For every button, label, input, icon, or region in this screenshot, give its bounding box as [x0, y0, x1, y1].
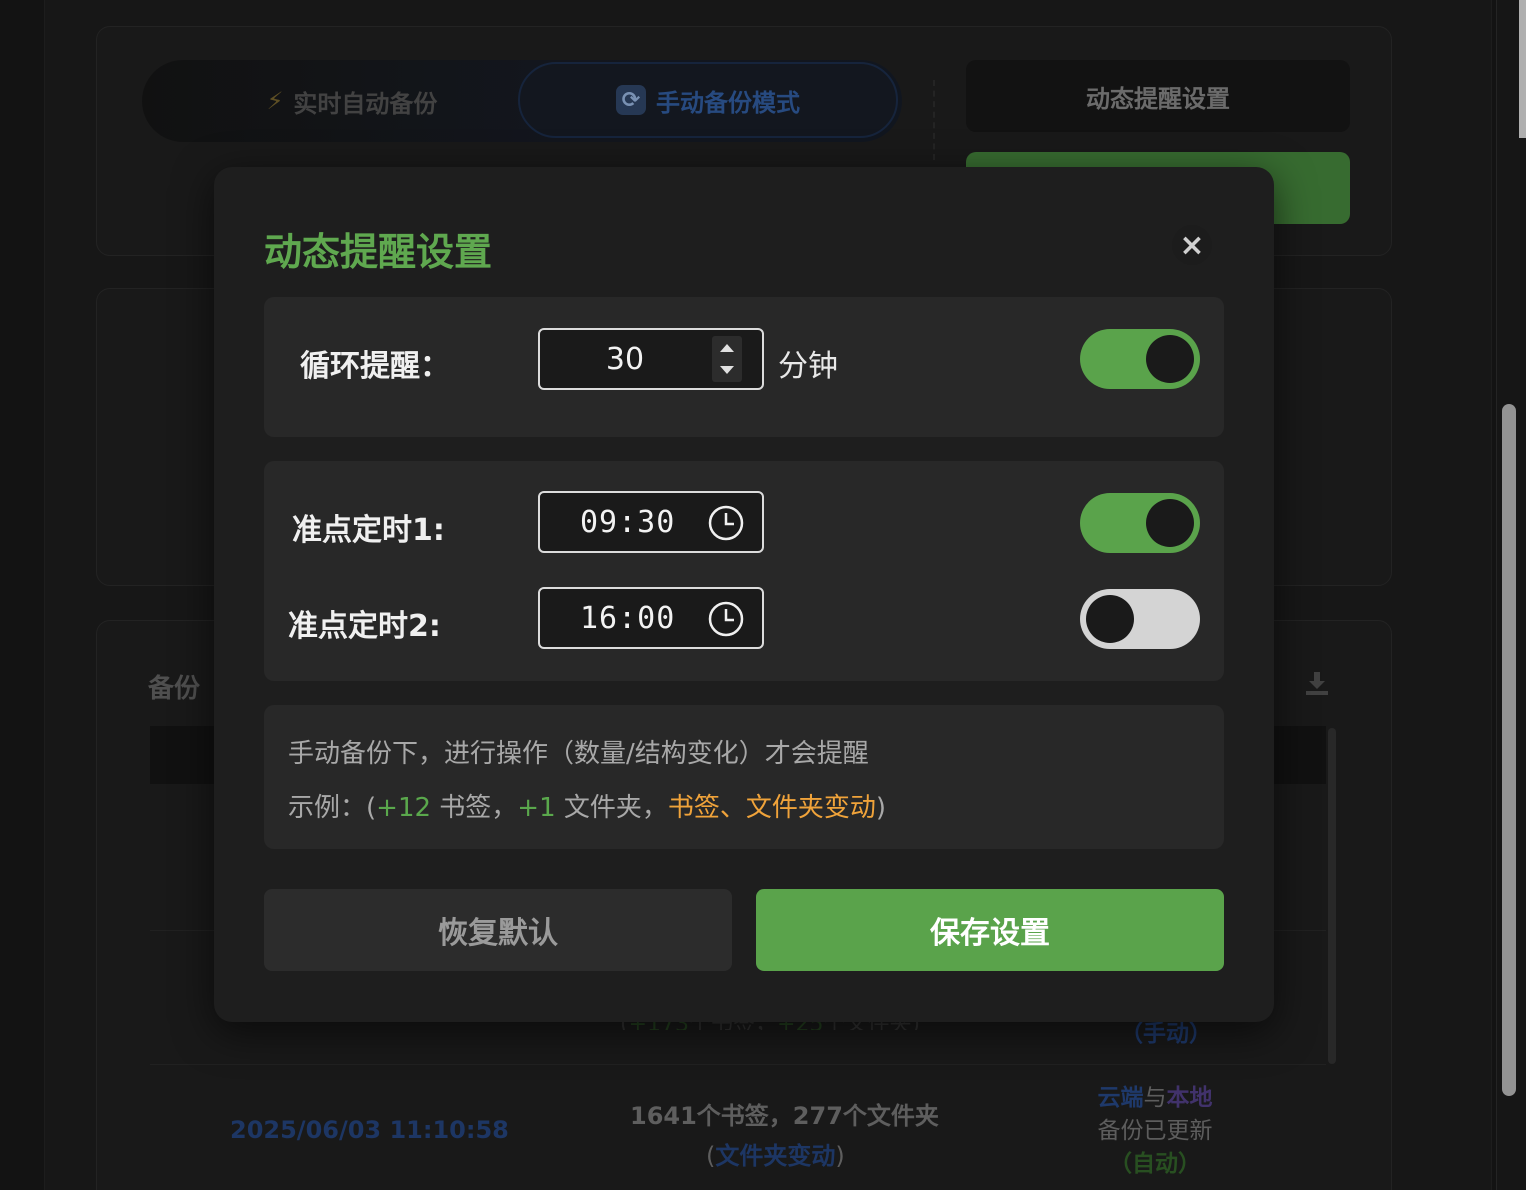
cycle-reminder-toggle[interactable] — [1080, 329, 1200, 389]
clock-icon[interactable] — [708, 505, 744, 541]
timer-2-label: 准点定时2: — [288, 609, 441, 644]
reminder-settings-dialog: 动态提醒设置 × 循环提醒： 30 分钟 准点定时1: 09:30 准点定时2:… — [214, 167, 1274, 1022]
info-section: 手动备份下，进行操作（数量/结构变化）才会提醒 示例：(+12 书签，+1 文件… — [264, 705, 1224, 849]
close-icon: × — [1179, 227, 1205, 263]
cycle-reminder-section: 循环提醒： 30 分钟 — [264, 297, 1224, 437]
number-stepper[interactable] — [712, 336, 742, 382]
timer-2-time-input[interactable]: 16:00 — [538, 587, 764, 649]
cycle-minutes-input[interactable]: 30 — [538, 328, 764, 390]
timer-1-time-input[interactable]: 09:30 — [538, 491, 764, 553]
toggle-knob — [1146, 499, 1194, 547]
save-settings-button[interactable]: 保存设置 — [756, 889, 1224, 971]
reset-default-button[interactable]: 恢复默认 — [264, 889, 732, 971]
cycle-minutes-value: 30 — [605, 341, 645, 377]
cycle-reminder-label: 循环提醒： — [300, 349, 450, 384]
cycle-unit: 分钟 — [778, 349, 838, 384]
close-button[interactable]: × — [1172, 225, 1212, 265]
dialog-title: 动态提醒设置 — [264, 230, 493, 274]
clock-icon[interactable] — [708, 601, 744, 637]
info-example: 示例：(+12 书签，+1 文件夹，书签、文件夹变动) — [288, 793, 887, 823]
timer-1-toggle[interactable] — [1080, 493, 1200, 553]
timer-1-label: 准点定时1: — [292, 513, 445, 548]
timer-2-toggle[interactable] — [1080, 589, 1200, 649]
info-description: 手动备份下，进行操作（数量/结构变化）才会提醒 — [288, 739, 869, 769]
scheduled-timers-section: 准点定时1: 09:30 准点定时2: 16:00 — [264, 461, 1224, 681]
toggle-knob — [1086, 595, 1134, 643]
toggle-knob — [1146, 335, 1194, 383]
stepper-down-icon[interactable] — [720, 366, 734, 374]
stepper-up-icon[interactable] — [720, 344, 734, 352]
timer-1-time: 09:30 — [580, 504, 676, 540]
reset-default-label: 恢复默认 — [438, 916, 558, 951]
save-settings-label: 保存设置 — [930, 916, 1050, 951]
timer-2-time: 16:00 — [580, 600, 676, 636]
